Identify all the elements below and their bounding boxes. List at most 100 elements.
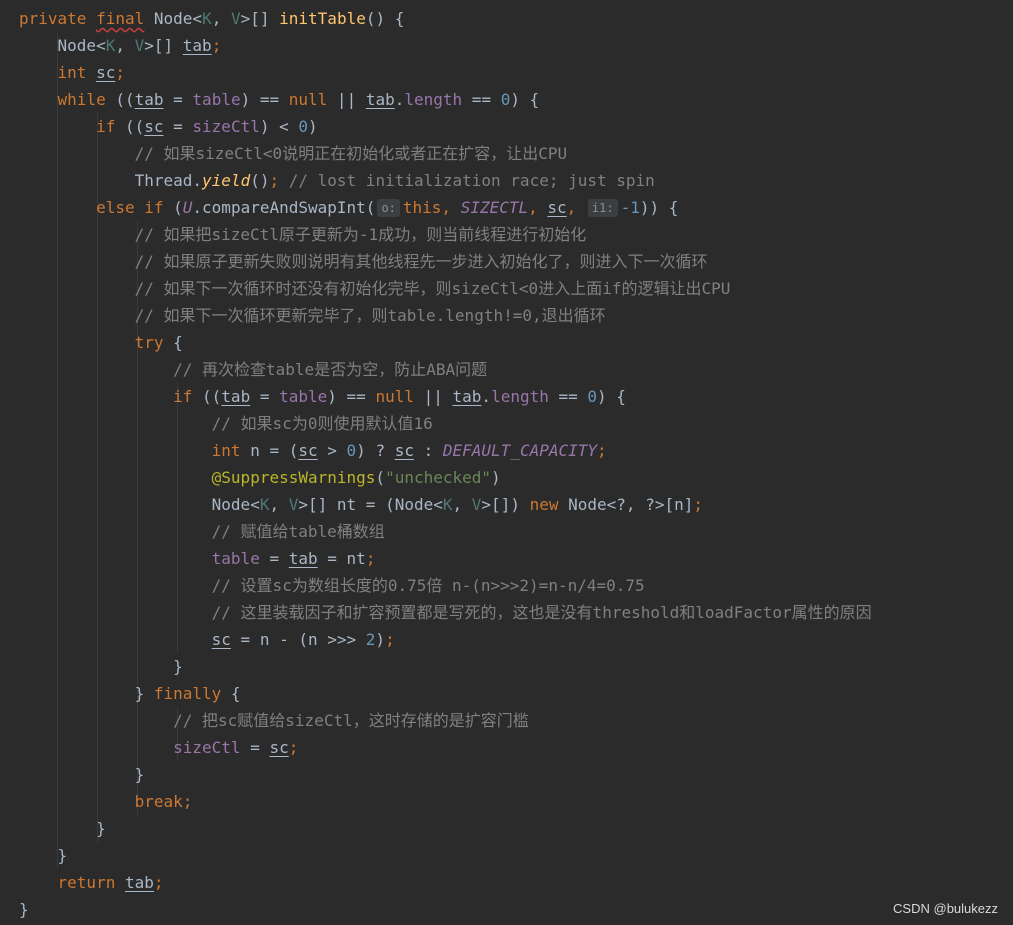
punct: { — [163, 333, 183, 352]
code-line[interactable]: } — [0, 653, 1013, 680]
keyword: if — [96, 117, 116, 136]
variable: tab — [365, 90, 395, 109]
punct: ) — [491, 468, 501, 487]
code-line[interactable]: sc = n - (n >>> 2); — [0, 626, 1013, 653]
code-line[interactable]: // 如果sizeCtl<0说明正在初始化或者正在扩容，让出CPU — [0, 140, 1013, 167]
type-param: V — [471, 495, 482, 514]
code-line[interactable]: break; — [0, 788, 1013, 815]
punct: , — [115, 36, 135, 55]
punct: = n - (n >>> — [230, 630, 366, 649]
punct: < — [250, 495, 260, 514]
type-param: K — [105, 36, 116, 55]
punct: ( — [163, 198, 183, 217]
punct: , — [452, 495, 472, 514]
punct: ) { — [597, 387, 626, 406]
punct: )) { — [639, 198, 679, 217]
code-line[interactable]: try { — [0, 329, 1013, 356]
semicolon: ; — [115, 63, 125, 82]
static-field: SIZECTL — [460, 198, 529, 217]
variable: sc — [269, 738, 289, 757]
annotation: @SuppressWarnings — [211, 468, 376, 487]
punct: } — [57, 846, 68, 865]
comment: // lost initialization race; just spin — [279, 171, 655, 190]
string-literal: "unchecked" — [385, 468, 492, 487]
code-line[interactable]: Node<K, V>[] nt = (Node<K, V>[]) new Nod… — [0, 491, 1013, 518]
punct: ) — [308, 117, 318, 136]
code-line[interactable]: int sc; — [0, 59, 1013, 86]
punct: = — [250, 387, 280, 406]
number: 0 — [500, 90, 511, 109]
type-param: K — [442, 495, 453, 514]
punct: = — [240, 738, 270, 757]
code-line[interactable]: } — [0, 842, 1013, 869]
punct: >[] nt = (Node< — [298, 495, 443, 514]
code-line[interactable]: return tab; — [0, 869, 1013, 896]
punct: . — [394, 90, 405, 109]
code-line[interactable]: // 如果把sizeCtl原子更新为-1成功，则当前线程进行初始化 — [0, 221, 1013, 248]
code-line[interactable]: } — [0, 896, 1013, 923]
punct: < — [192, 9, 203, 28]
semicolon: ; — [288, 738, 299, 757]
code-line[interactable]: private final Node<K, V>[] initTable() { — [0, 5, 1013, 32]
comment: // 如果sc为0则使用默认值16 — [211, 414, 433, 433]
code-line[interactable]: // 设置sc为数组长度的0.75倍 n-(n>>>2)=n-n/4=0.75 — [0, 572, 1013, 599]
semicolon: ; — [385, 630, 395, 649]
code-line[interactable]: } finally { — [0, 680, 1013, 707]
keyword: null — [288, 90, 328, 109]
punct: = nt — [317, 549, 366, 568]
code-line[interactable]: if ((sc = sizeCtl) < 0) — [0, 113, 1013, 140]
type-name: Thread. — [134, 171, 203, 190]
comment: // 如果下一次循环时还没有初始化完毕，则sizeCtl<0进入上面if的逻辑让… — [134, 279, 731, 298]
punct: ) ? — [356, 441, 395, 460]
comma: , — [528, 198, 548, 217]
punct: } — [134, 684, 154, 703]
punct: : — [413, 441, 443, 460]
punct: (( — [105, 90, 135, 109]
punct: > — [317, 441, 347, 460]
code-line[interactable]: // 如果下一次循环时还没有初始化完毕，则sizeCtl<0进入上面if的逻辑让… — [0, 275, 1013, 302]
punct: n = ( — [240, 441, 299, 460]
punct: = — [163, 90, 193, 109]
field: table — [211, 549, 260, 568]
type-param: K — [202, 9, 212, 28]
code-line[interactable]: // 如果原子更新失败则说明有其他线程先一步进入初始化了，则进入下一次循环 — [0, 248, 1013, 275]
code-line[interactable]: // 如果sc为0则使用默认值16 — [0, 410, 1013, 437]
code-line[interactable]: if ((tab = table) == null || tab.length … — [0, 383, 1013, 410]
number: -1 — [620, 198, 640, 217]
field: sizeCtl — [173, 738, 241, 757]
keyword: new — [529, 495, 559, 514]
code-line[interactable]: } — [0, 815, 1013, 842]
code-line[interactable]: table = tab = nt; — [0, 545, 1013, 572]
code-editor[interactable]: private final Node<K, V>[] initTable() {… — [0, 5, 1013, 923]
punct: } — [134, 765, 145, 784]
semicolon: ; — [693, 495, 703, 514]
number: 0 — [346, 441, 357, 460]
punct: () { — [365, 9, 405, 28]
semicolon: ; — [269, 171, 280, 190]
comment: // 如果把sizeCtl原子更新为-1成功，则当前线程进行初始化 — [134, 225, 587, 244]
static-field: DEFAULT_CAPACITY — [442, 441, 597, 460]
code-line[interactable]: while ((tab = table) == null || tab.leng… — [0, 86, 1013, 113]
punct: , — [211, 9, 231, 28]
punct: >[] — [240, 9, 280, 28]
code-line[interactable]: // 赋值给table桶数组 — [0, 518, 1013, 545]
code-line[interactable]: sizeCtl = sc; — [0, 734, 1013, 761]
code-line[interactable]: Thread.yield(); // lost initialization r… — [0, 167, 1013, 194]
punct: < — [96, 36, 106, 55]
code-line[interactable]: else if (U.compareAndSwapInt(o: this, SIZ… — [0, 194, 1013, 221]
code-line[interactable]: // 再次检查table是否为空，防止ABA问题 — [0, 356, 1013, 383]
code-line[interactable]: // 把sc赋值给sizeCtl，这时存储的是扩容门槛 — [0, 707, 1013, 734]
keyword: if — [173, 387, 193, 406]
code-line[interactable]: Node<K, V>[] tab; — [0, 32, 1013, 59]
field: sizeCtl — [192, 117, 260, 136]
code-line[interactable]: @SuppressWarnings("unchecked") — [0, 464, 1013, 491]
code-line[interactable]: // 这里装载因子和扩容预置都是写死的，这也是没有threshold和loadF… — [0, 599, 1013, 626]
type-param: V — [288, 495, 299, 514]
punct: ( — [375, 468, 386, 487]
code-line[interactable]: int n = (sc > 0) ? sc : DEFAULT_CAPACITY… — [0, 437, 1013, 464]
variable: sc — [96, 63, 116, 82]
code-line[interactable]: // 如果下一次循环更新完毕了，则table.length!=0,退出循环 — [0, 302, 1013, 329]
keyword: int — [57, 63, 87, 82]
variable: sc — [394, 441, 414, 460]
code-line[interactable]: } — [0, 761, 1013, 788]
